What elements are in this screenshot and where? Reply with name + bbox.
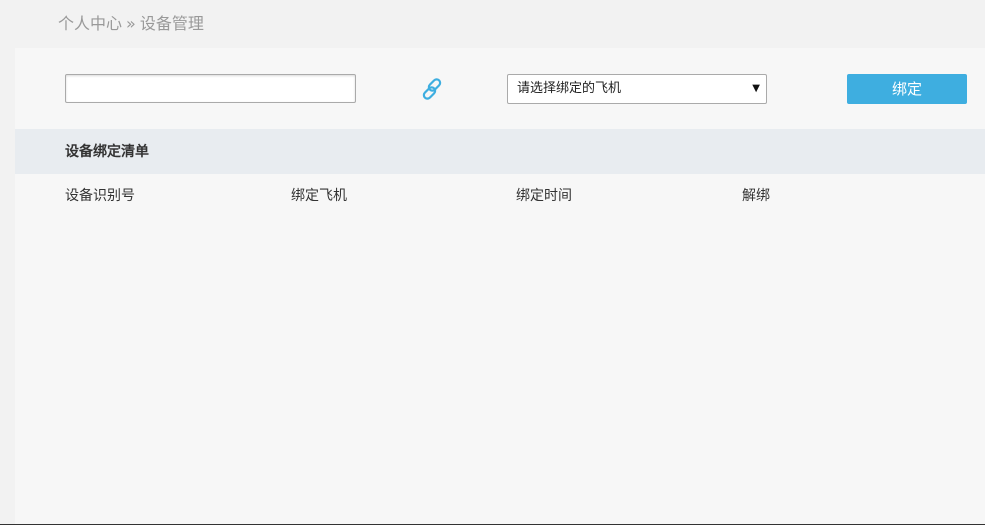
content-panel: 请选择绑定的飞机 ▼ 绑定 设备绑定清单 设备识别号 绑定飞机 绑定时间 解绑 [15,48,985,524]
chevron-down-icon: ▼ [752,83,760,94]
breadcrumb-current: 设备管理 [139,14,204,33]
breadcrumb-home[interactable]: 个人中心 [58,14,122,33]
breadcrumb-separator: » [126,14,136,33]
column-header-bound-plane: 绑定飞机 [291,188,347,204]
column-header-unbind: 解绑 [742,188,770,204]
column-header-device-id: 设备识别号 [65,188,135,204]
breadcrumb: 个人中心» 设备管理 [58,14,204,34]
device-management-page: 个人中心» 设备管理 请选择绑定的飞机 ▼ 绑定 设备绑定清单 设备识别号 绑定飞… [0,0,985,525]
column-header-bind-time: 绑定时间 [516,188,572,204]
binding-list-title: 设备绑定清单 [65,144,149,160]
binding-list-header: 设备绑定清单 [15,129,985,174]
bind-button[interactable]: 绑定 [847,74,967,104]
device-id-input[interactable] [65,74,356,103]
plane-select-value: 请选择绑定的飞机 [517,81,622,96]
link-icon [422,78,442,100]
plane-select[interactable]: 请选择绑定的飞机 ▼ [507,74,767,104]
